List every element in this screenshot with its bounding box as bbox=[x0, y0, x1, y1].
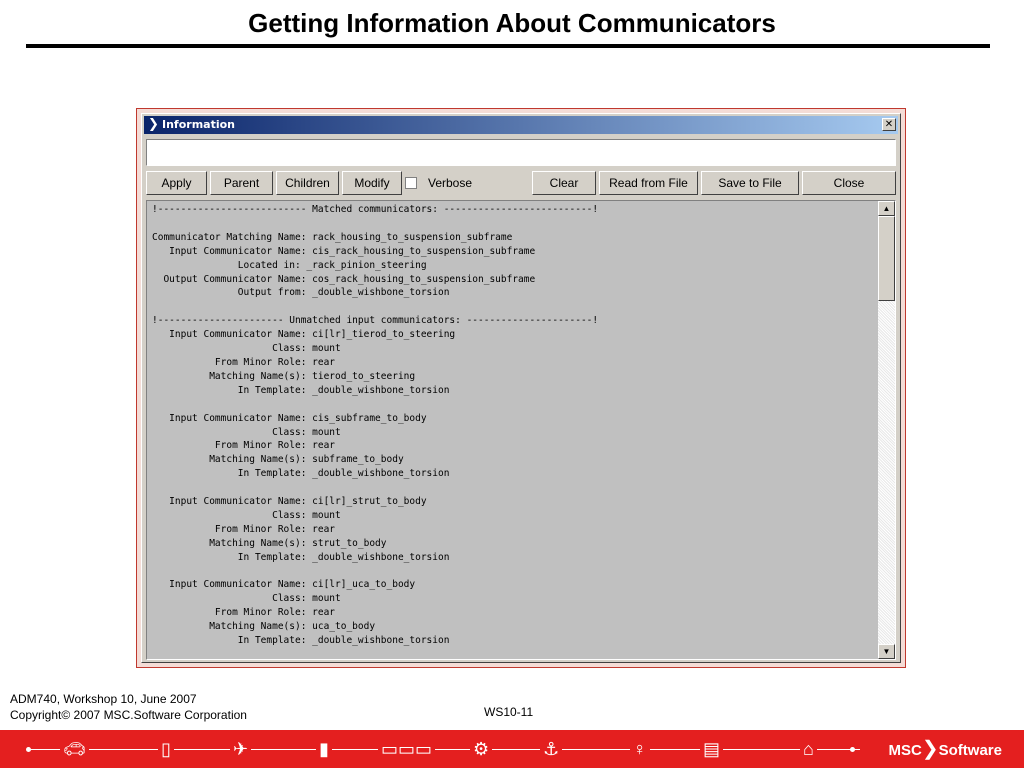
arrow-up-icon: ▲ bbox=[882, 204, 891, 213]
scroll-thumb[interactable] bbox=[878, 216, 895, 301]
clear-button[interactable]: Clear bbox=[532, 171, 596, 195]
modify-button[interactable]: Modify bbox=[342, 171, 402, 195]
scroll-down-button[interactable]: ▼ bbox=[878, 644, 895, 659]
output-text-area[interactable]: !-------------------------- Matched comm… bbox=[146, 200, 896, 660]
gear-icon: ⚙︎ bbox=[470, 737, 493, 761]
verbose-label: Verbose bbox=[428, 176, 473, 190]
close-window-button[interactable]: ✕ bbox=[882, 118, 896, 131]
ship-icon: ⚓︎ bbox=[540, 737, 563, 761]
slide-title: Getting Information About Communicators bbox=[248, 8, 776, 38]
information-dialog: ❯ Information ✕ Apply Parent Children Mo… bbox=[141, 113, 901, 663]
children-button[interactable]: Children bbox=[276, 171, 339, 195]
dialog-title: Information bbox=[162, 118, 235, 131]
train-icon: ▭▭▭ bbox=[378, 737, 436, 761]
footer-workshop-line: ADM740, Workshop 10, June 2007 bbox=[10, 692, 197, 706]
truck-icon: ▤ bbox=[700, 737, 724, 761]
chevron-x-icon: ❯ bbox=[148, 117, 159, 132]
verbose-checkbox[interactable] bbox=[405, 177, 417, 189]
vertical-scrollbar[interactable]: ▲ ▼ bbox=[878, 201, 895, 659]
bottom-band: 🚗︎ ▯ ✈︎ ▮ ▭▭▭ ⚙︎ ⚓︎ ♀︎ ▤ ⌂ MSC❯Software bbox=[0, 730, 1024, 768]
person-icon: ♀︎ bbox=[630, 737, 650, 761]
footer-copyright-line: Copyright© 2007 MSC.Software Corporation bbox=[10, 708, 247, 722]
save-to-file-button[interactable]: Save to File bbox=[701, 171, 799, 195]
parent-button[interactable]: Parent bbox=[210, 171, 273, 195]
brand-x-icon: ❯ bbox=[921, 738, 939, 760]
dialog-titlebar[interactable]: ❯ Information ✕ bbox=[144, 116, 898, 134]
page-code: WS10-11 bbox=[484, 705, 534, 719]
verbose-toggle[interactable]: Verbose bbox=[405, 171, 525, 195]
close-icon: ✕ bbox=[884, 119, 894, 130]
band-dot bbox=[26, 747, 31, 752]
building-icon: ⌂ bbox=[800, 737, 817, 761]
brand-software: Software bbox=[938, 742, 1002, 759]
bottle-icon: ▮ bbox=[316, 737, 332, 761]
band-dot bbox=[850, 747, 855, 752]
apply-button[interactable]: Apply bbox=[146, 171, 207, 195]
brand-msc: MSC bbox=[888, 742, 922, 759]
airplane-icon: ✈︎ bbox=[230, 737, 252, 761]
output-lines: !-------------------------- Matched comm… bbox=[152, 204, 599, 647]
title-divider bbox=[26, 44, 990, 48]
msc-software-logo: MSC❯Software bbox=[889, 739, 1002, 761]
band-line bbox=[30, 749, 860, 750]
command-input[interactable] bbox=[146, 139, 896, 166]
close-button[interactable]: Close bbox=[802, 171, 896, 195]
car-icon: 🚗︎ bbox=[60, 737, 89, 761]
footer-left: ADM740, Workshop 10, June 2007 Copyright… bbox=[10, 691, 247, 723]
arrow-down-icon: ▼ bbox=[882, 647, 891, 656]
phone-icon: ▯ bbox=[158, 737, 174, 761]
read-from-file-button[interactable]: Read from File bbox=[599, 171, 698, 195]
scroll-up-button[interactable]: ▲ bbox=[878, 201, 895, 216]
toolbar: Apply Parent Children Modify Verbose Cle… bbox=[146, 171, 896, 195]
screenshot-frame: ❯ Information ✕ Apply Parent Children Mo… bbox=[136, 108, 906, 668]
